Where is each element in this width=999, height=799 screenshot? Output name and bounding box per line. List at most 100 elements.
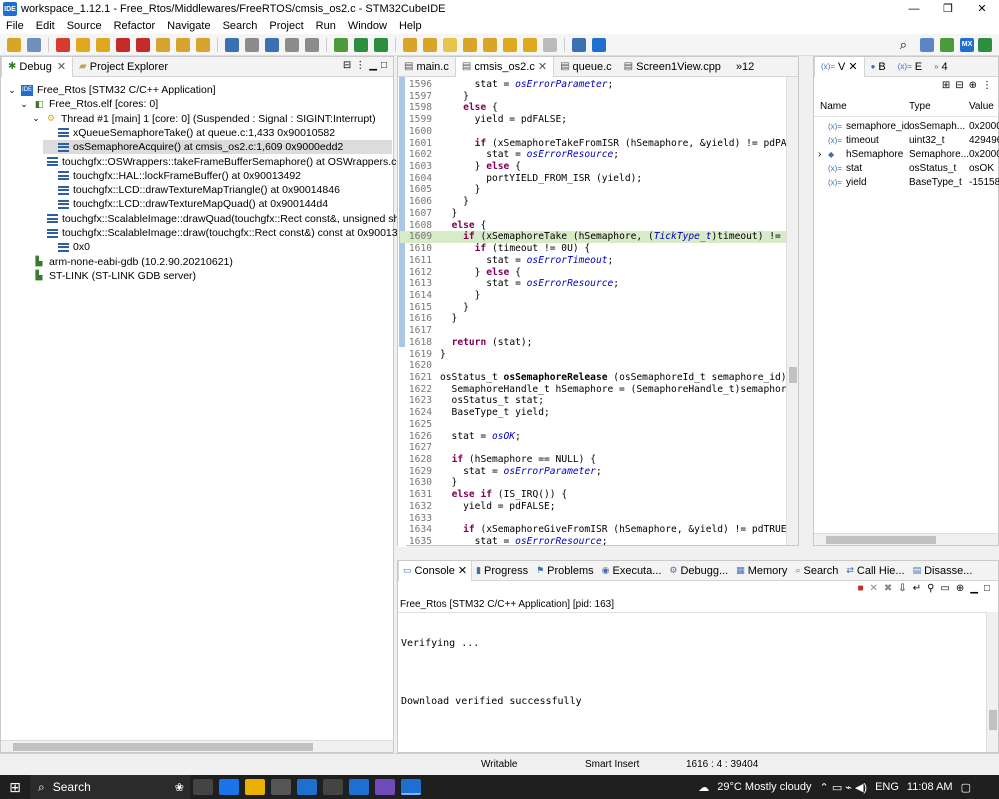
console-tab[interactable]: ▦ Memory: [732, 561, 791, 581]
view-menu-icon[interactable]: ⋮: [982, 80, 992, 94]
debug-tree-item[interactable]: touchgfx::LCD::drawTextureMapQuad() at 0…: [43, 197, 392, 211]
code-line[interactable]: 1598 else {: [400, 102, 788, 114]
open-perspective-icon[interactable]: [572, 37, 586, 52]
column-value[interactable]: Value: [969, 101, 994, 112]
chrome-icon[interactable]: [219, 779, 239, 795]
close-tab-icon[interactable]: ✕: [57, 60, 66, 73]
code-line[interactable]: 1620: [400, 360, 788, 372]
last-edit-icon[interactable]: [503, 37, 517, 52]
console-tab[interactable]: ⚙ Debugg...: [665, 561, 732, 581]
stop-icon[interactable]: [116, 37, 130, 52]
code-line[interactable]: 1617: [400, 325, 788, 337]
code-line[interactable]: 1613 stat = osErrorResource;: [400, 278, 788, 290]
code-line[interactable]: 1621 osStatus_t osSemaphoreRelease (osSem…: [400, 372, 788, 384]
expand-toggle-icon[interactable]: [43, 142, 53, 153]
editor-tab[interactable]: »12: [727, 57, 760, 77]
editor-tab[interactable]: ▤ Screen1View.cpp: [618, 57, 727, 77]
code-line[interactable]: 1599 yield = pdFALSE;: [400, 114, 788, 126]
step-into-icon[interactable]: [156, 37, 170, 52]
debug-tree-item[interactable]: touchgfx::ScalableImage::draw(touchgfx::…: [43, 226, 415, 240]
add-expression-icon[interactable]: ⊕: [969, 80, 977, 94]
perspective-mx-icon[interactable]: MX: [960, 37, 974, 52]
code-line[interactable]: 1627: [400, 442, 788, 454]
variables-tab[interactable]: » 4: [928, 57, 954, 77]
pin-console-icon[interactable]: ⚲: [927, 583, 934, 597]
collapse-all-icon[interactable]: ⊟: [343, 60, 351, 71]
editor-tab[interactable]: ▤ main.c: [398, 57, 455, 77]
maximize-view-icon[interactable]: □: [984, 583, 990, 597]
code-line[interactable]: 1623 osStatus_t stat;: [400, 395, 788, 407]
instruction-stepping-icon[interactable]: [225, 37, 239, 52]
notification-icon[interactable]: ▢: [961, 781, 971, 794]
code-line[interactable]: 1609 if (xSemaphoreTake (hSemaphore, (Ti…: [400, 231, 788, 244]
menu-navigate[interactable]: Navigate: [161, 20, 216, 32]
editor-tab[interactable]: ▤ queue.c: [554, 57, 618, 77]
expand-toggle-icon[interactable]: [43, 199, 53, 210]
expand-toggle-icon[interactable]: [43, 242, 53, 253]
terminate-icon[interactable]: [56, 37, 70, 52]
debug-tree-item[interactable]: ▙ arm-none-eabi-gdb (10.2.90.20210621): [19, 255, 392, 269]
code-line[interactable]: 1631 else if (IS_IRQ()) {: [400, 489, 788, 501]
code-line[interactable]: 1607 }: [400, 208, 788, 220]
back-icon[interactable]: [523, 37, 537, 52]
tab-project-explorer[interactable]: ▰ Project Explorer: [73, 57, 174, 77]
suspend-icon[interactable]: [96, 37, 110, 52]
code-line[interactable]: 1635 stat = osErrorResource;: [400, 536, 788, 545]
maximize-button[interactable]: ❐: [931, 0, 965, 18]
language[interactable]: ENG: [875, 781, 899, 793]
column-name[interactable]: Name: [820, 101, 847, 112]
save-icon[interactable]: [285, 37, 299, 52]
code-line[interactable]: 1603 } else {: [400, 161, 788, 173]
horizontal-scrollbar[interactable]: [1, 740, 393, 752]
minimize-button[interactable]: —: [897, 0, 931, 18]
build-icon[interactable]: [334, 37, 348, 52]
menu-source[interactable]: Source: [61, 20, 108, 32]
menu-refactor[interactable]: Refactor: [108, 20, 162, 32]
premiere-icon[interactable]: [375, 779, 395, 795]
expand-toggle-icon[interactable]: [19, 270, 29, 281]
start-icon[interactable]: ⊞: [0, 779, 30, 796]
ide-icon[interactable]: [349, 779, 369, 795]
editor-tab[interactable]: ▤ cmsis_os2.c ✕: [454, 56, 555, 77]
debug-tree-item[interactable]: ▙ ST-LINK (ST-LINK GDB server): [19, 269, 392, 283]
close-tab-icon[interactable]: ✕: [848, 60, 857, 73]
menu-run[interactable]: Run: [310, 20, 342, 32]
minimize-view-icon[interactable]: ▁: [369, 60, 377, 71]
search-icon[interactable]: ⌕: [900, 37, 907, 53]
code-line[interactable]: 1614 }: [400, 290, 788, 302]
code-line[interactable]: 1615 }: [400, 302, 788, 314]
step-over-icon[interactable]: [176, 37, 190, 52]
code-line[interactable]: 1634 if (xSemaphoreGiveFromISR (hSemapho…: [400, 524, 788, 536]
code-line[interactable]: 1616 }: [400, 313, 788, 325]
console-tab[interactable]: ⇄ Call Hie...: [842, 561, 908, 581]
menu-window[interactable]: Window: [342, 20, 393, 32]
app-icon[interactable]: [271, 779, 291, 795]
menu-search[interactable]: Search: [217, 20, 264, 32]
code-line[interactable]: 1610 if (timeout != 0U) {: [400, 243, 788, 255]
expand-toggle-icon[interactable]: [43, 127, 53, 138]
variables-tab[interactable]: (x)= E: [892, 57, 928, 77]
code-line[interactable]: 1632 yield = pdFALSE;: [400, 501, 788, 513]
expand-toggle-icon[interactable]: [43, 170, 53, 181]
step-return-icon[interactable]: [196, 37, 210, 52]
console-tab[interactable]: ▮ Progress: [472, 561, 532, 581]
close-tab-icon[interactable]: ✕: [538, 60, 547, 73]
new-icon[interactable]: [265, 37, 279, 52]
console-tab[interactable]: ▤ Disasse...: [909, 561, 977, 581]
expand-toggle-icon[interactable]: ⌄: [19, 99, 29, 110]
run-icon[interactable]: [354, 37, 368, 52]
editor-scrollbar[interactable]: [786, 77, 798, 545]
debug-tree-item[interactable]: xQueueSemaphoreTake() at queue.c:1,433 0…: [43, 126, 392, 140]
console-tab[interactable]: ◉ Executa...: [598, 561, 666, 581]
expand-toggle-icon[interactable]: ⌄: [31, 113, 41, 124]
console-tab[interactable]: ⌕ Search: [791, 561, 842, 581]
console-scrollbar[interactable]: [986, 612, 998, 752]
menu-file[interactable]: File: [0, 20, 30, 32]
code-line[interactable]: 1605 }: [400, 184, 788, 196]
info-icon[interactable]: [592, 37, 606, 52]
code-line[interactable]: 1633: [400, 513, 788, 525]
word-wrap-icon[interactable]: ↵: [913, 583, 921, 597]
debug-tree-item[interactable]: ⌄ ⚙ Thread #1 [main] 1 [core: 0] (Suspende…: [31, 112, 392, 126]
variables-scrollbar[interactable]: [814, 533, 998, 545]
code-line[interactable]: 1619}: [400, 349, 788, 361]
